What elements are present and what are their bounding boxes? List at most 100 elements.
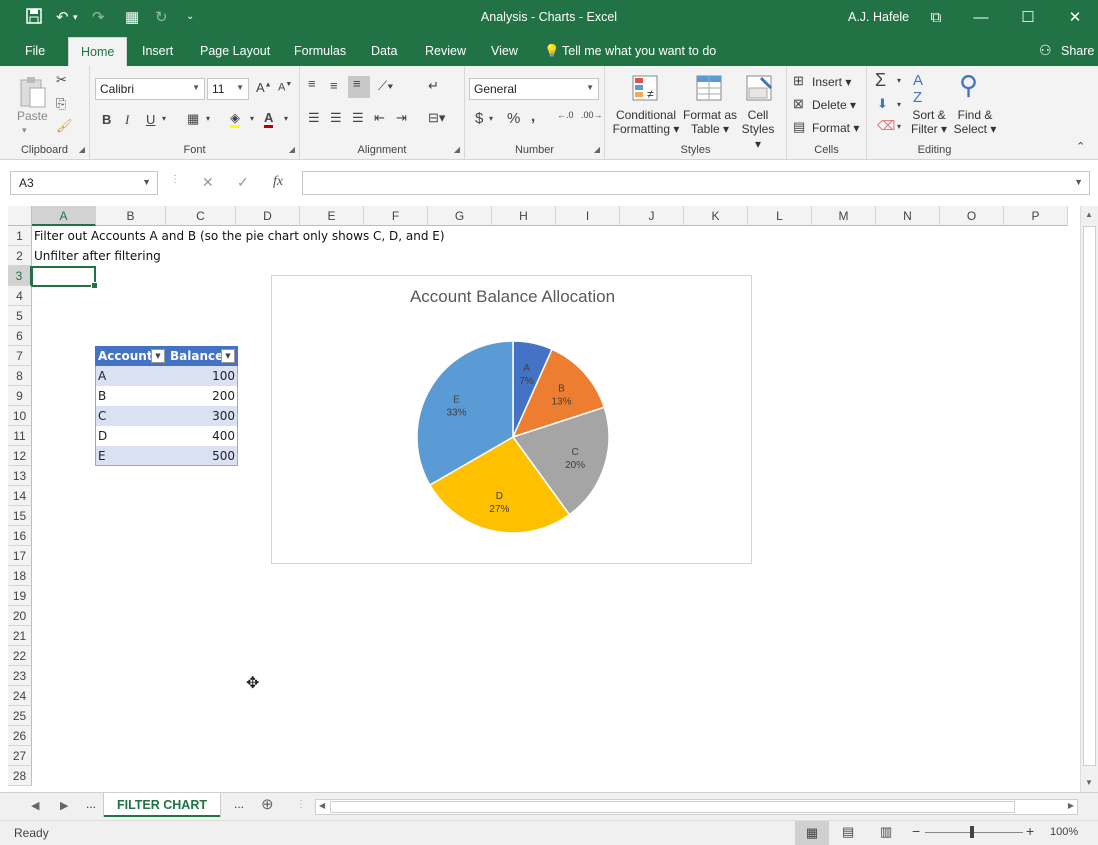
- horizontal-scroll-thumb[interactable]: [330, 801, 1015, 813]
- next-sheet-icon[interactable]: ▶: [60, 799, 68, 812]
- row-header-25[interactable]: 25: [8, 706, 32, 726]
- tell-me-input[interactable]: Tell me what you want to do: [562, 44, 716, 58]
- align-right-icon[interactable]: ☰: [352, 110, 364, 126]
- column-header-A[interactable]: A: [32, 206, 96, 226]
- clear-icon[interactable]: ⌫: [877, 118, 895, 134]
- row-header-1[interactable]: 1: [8, 226, 32, 246]
- decrease-font-icon[interactable]: A▼: [278, 81, 292, 94]
- cell-styles-icon[interactable]: [745, 74, 775, 107]
- column-header-D[interactable]: D: [236, 206, 300, 226]
- row-header-19[interactable]: 19: [8, 586, 32, 606]
- conditional-formatting-button[interactable]: Conditional Formatting ▾: [609, 108, 683, 137]
- enter-icon[interactable]: ✓: [237, 174, 249, 191]
- row-header-15[interactable]: 15: [8, 506, 32, 526]
- font-name-dropdown[interactable]: Calibri ▼: [95, 78, 205, 100]
- column-header-L[interactable]: L: [748, 206, 812, 226]
- expand-formula-icon[interactable]: ▼: [1074, 177, 1083, 187]
- orientation-icon[interactable]: ⟋▾: [378, 78, 393, 94]
- scroll-right-icon[interactable]: ▶: [1068, 801, 1074, 810]
- row-header-3[interactable]: 3: [8, 266, 32, 286]
- page-break-view-icon[interactable]: ▥: [880, 824, 892, 840]
- conditional-formatting-icon[interactable]: ≠: [631, 74, 661, 107]
- row-header-11[interactable]: 11: [8, 426, 32, 446]
- tab-home[interactable]: Home: [68, 37, 128, 66]
- insert-cells-icon[interactable]: ⊞: [793, 73, 804, 89]
- row-header-17[interactable]: 17: [8, 546, 32, 566]
- balance-filter-button[interactable]: ▼: [221, 349, 235, 363]
- font-size-dropdown[interactable]: 11 ▼: [207, 78, 249, 100]
- collapse-ribbon-icon[interactable]: ⌃: [1076, 140, 1085, 153]
- row-header-7[interactable]: 7: [8, 346, 32, 366]
- column-header-K[interactable]: K: [684, 206, 748, 226]
- currency-icon[interactable]: $: [475, 110, 483, 127]
- borders-dropdown-icon[interactable]: ▾: [206, 114, 210, 123]
- sort-filter-icon[interactable]: AZ: [913, 72, 923, 106]
- top-align-icon[interactable]: ≡: [308, 76, 316, 91]
- underline-button[interactable]: U: [146, 112, 155, 127]
- column-header-F[interactable]: F: [364, 206, 428, 226]
- tab-data[interactable]: Data: [371, 44, 397, 58]
- minimize-button[interactable]: —: [966, 6, 996, 30]
- row-header-24[interactable]: 24: [8, 686, 32, 706]
- percent-icon[interactable]: %: [507, 110, 520, 127]
- decrease-indent-icon[interactable]: ⇤: [374, 110, 385, 126]
- tab-file[interactable]: File: [25, 44, 45, 58]
- underline-dropdown-icon[interactable]: ▾: [162, 114, 166, 123]
- zoom-slider-thumb[interactable]: [970, 826, 974, 838]
- wrap-text-icon[interactable]: ↵: [428, 78, 439, 94]
- font-color-icon[interactable]: A: [264, 110, 274, 128]
- column-header-N[interactable]: N: [876, 206, 940, 226]
- autosum-dropdown-icon[interactable]: ▾: [897, 76, 901, 85]
- increase-font-icon[interactable]: A▲: [256, 80, 272, 95]
- page-layout-view-icon[interactable]: ▤: [842, 824, 854, 840]
- row-header-14[interactable]: 14: [8, 486, 32, 506]
- fill-dropdown-icon[interactable]: ▾: [897, 100, 901, 109]
- active-cell-A3[interactable]: [31, 266, 98, 289]
- bold-button[interactable]: B: [102, 112, 111, 127]
- format-as-table-icon[interactable]: [695, 74, 725, 107]
- zoom-in-icon[interactable]: +: [1026, 823, 1034, 839]
- more-sheets-left[interactable]: ...: [86, 797, 96, 811]
- tab-formulas[interactable]: Formulas: [294, 44, 346, 58]
- column-header-B[interactable]: B: [96, 206, 166, 226]
- row-header-8[interactable]: 8: [8, 366, 32, 386]
- row-header-4[interactable]: 4: [8, 286, 32, 306]
- row-header-10[interactable]: 10: [8, 406, 32, 426]
- merge-center-icon[interactable]: ⊟▾: [428, 110, 445, 126]
- paste-dropdown-icon[interactable]: ▾: [22, 125, 27, 136]
- align-left-icon[interactable]: ☰: [308, 110, 320, 126]
- ribbon-display-icon[interactable]: ⧉: [921, 6, 951, 30]
- column-header-I[interactable]: I: [556, 206, 620, 226]
- sheet-tab-filter-chart[interactable]: FILTER CHART: [104, 793, 220, 817]
- format-button[interactable]: Format ▾: [812, 121, 859, 135]
- format-cells-icon[interactable]: ▤: [793, 119, 805, 135]
- zoom-slider-track[interactable]: [925, 832, 1023, 833]
- zoom-out-icon[interactable]: −: [912, 823, 920, 839]
- account-filter-button[interactable]: ▼: [151, 349, 165, 363]
- scroll-up-icon[interactable]: ▲: [1085, 210, 1093, 219]
- fill-dropdown-icon[interactable]: ▾: [250, 114, 254, 123]
- find-select-icon[interactable]: ⚲: [959, 70, 978, 101]
- cell-A1[interactable]: Filter out Accounts A and B (so the pie …: [34, 229, 445, 243]
- prev-sheet-icon[interactable]: ◀: [31, 799, 39, 812]
- row-header-28[interactable]: 28: [8, 766, 32, 786]
- tab-page-layout[interactable]: Page Layout: [200, 44, 270, 58]
- column-header-M[interactable]: M: [812, 206, 876, 226]
- copy-icon[interactable]: ⎘: [56, 96, 66, 112]
- maximize-button[interactable]: ☐: [1013, 6, 1043, 30]
- format-as-table-button[interactable]: Format as Table ▾: [679, 108, 741, 137]
- worksheet-grid[interactable]: ABCDEFGHIJKLMNOP 1 2 3 4 5 6 7 8 9 10 11 12 13 14 15 16…: [0, 206, 1080, 792]
- row-header-18[interactable]: 18: [8, 566, 32, 586]
- share-button[interactable]: Share: [1061, 44, 1094, 58]
- column-header-H[interactable]: H: [492, 206, 556, 226]
- format-painter-icon[interactable]: 🖌: [56, 118, 73, 134]
- more-sheets-right[interactable]: ...: [234, 797, 244, 811]
- normal-view-icon[interactable]: ▦: [795, 821, 829, 845]
- insert-function-icon[interactable]: fx: [273, 174, 283, 190]
- row-header-16[interactable]: 16: [8, 526, 32, 546]
- clipboard-launcher-icon[interactable]: ◢: [79, 145, 85, 154]
- column-header-J[interactable]: J: [620, 206, 684, 226]
- vertical-scrollbar[interactable]: ▲ ▼: [1080, 206, 1098, 792]
- row-header-20[interactable]: 20: [8, 606, 32, 626]
- column-header-O[interactable]: O: [940, 206, 1004, 226]
